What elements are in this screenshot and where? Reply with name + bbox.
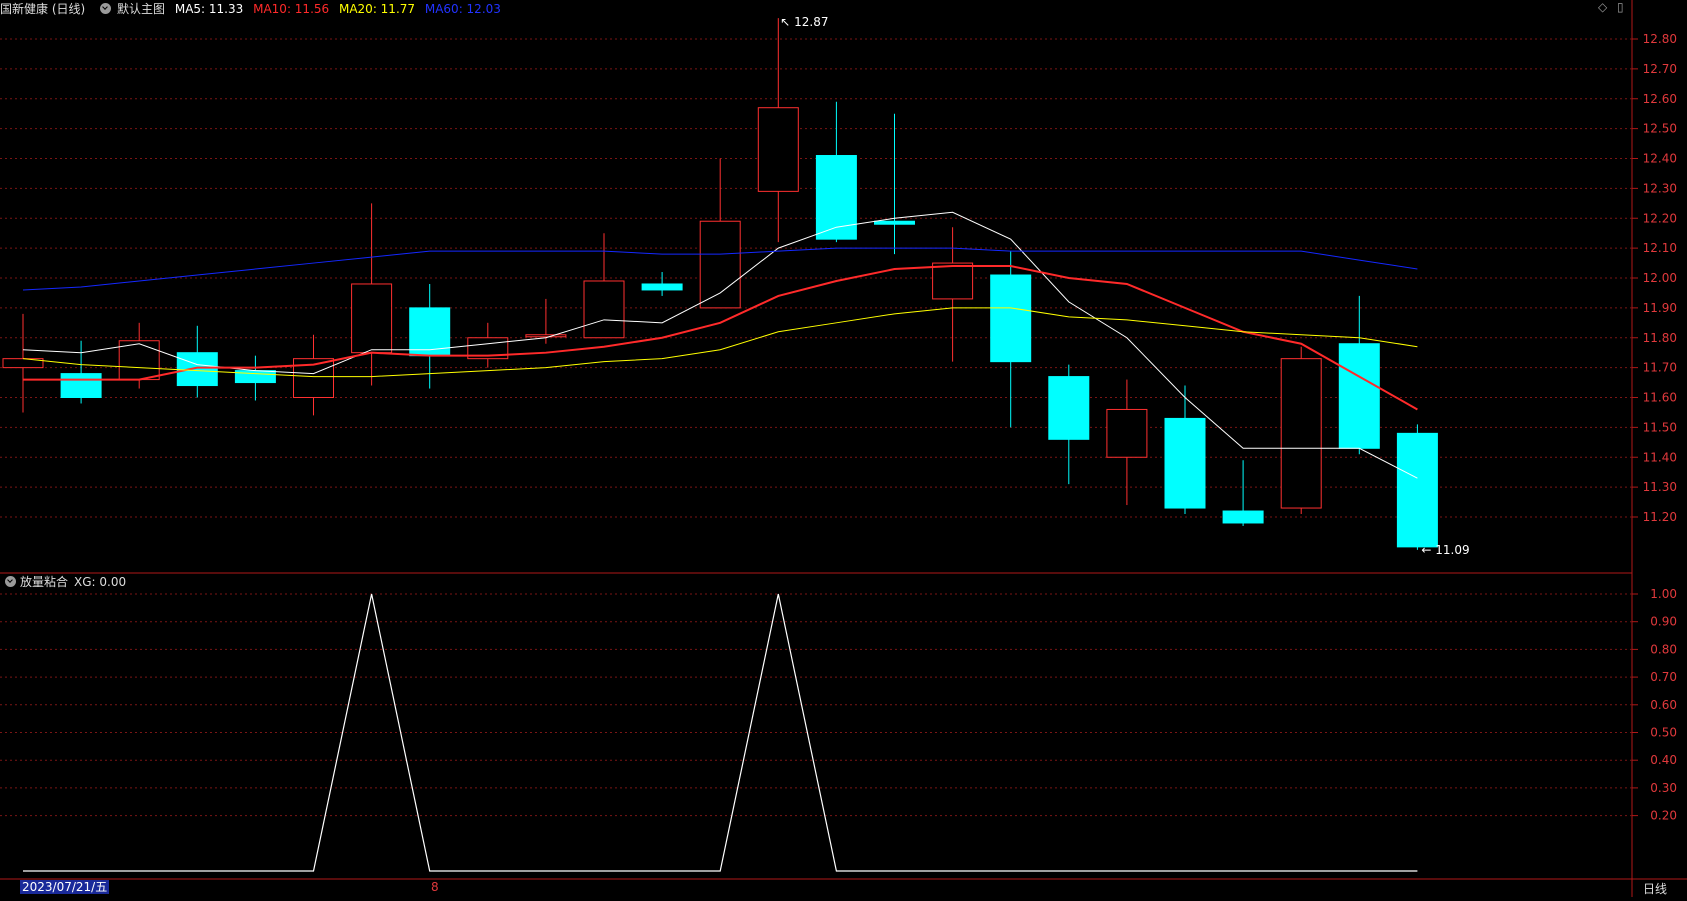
price-tick-label: 12.20: [1643, 211, 1677, 225]
price-tick-label: 12.70: [1643, 62, 1677, 76]
candle-body-up: [351, 283, 393, 354]
indicator-tick-label: 0.50: [1650, 726, 1677, 740]
price-tick-label: 12.30: [1643, 181, 1677, 195]
price-tick-label: 11.60: [1643, 391, 1677, 405]
price-tick-label: 11.70: [1643, 361, 1677, 375]
indicator-value: XG: 0.00: [74, 575, 127, 589]
indicator-tick-label: 0.90: [1650, 615, 1677, 629]
main-chart-label[interactable]: 默认主图: [117, 2, 165, 16]
low-annotation: ← 11.09: [1421, 543, 1469, 557]
price-tick-label: 11.80: [1643, 331, 1677, 345]
candle-body-up: [118, 340, 160, 381]
indicator-tick-label: 0.60: [1650, 698, 1677, 712]
price-tick-label: 11.90: [1643, 301, 1677, 315]
date-label: 2023/07/21/五: [20, 880, 110, 894]
price-tick-label: 12.60: [1643, 92, 1677, 106]
high-annotation: ↖ 12.87: [780, 15, 828, 29]
candle-body-down: [1396, 432, 1438, 548]
candle-body-down: [874, 220, 915, 225]
candle-body-down: [990, 274, 1032, 363]
main-chart-toggle-icon[interactable]: [100, 3, 112, 14]
ma20-label: MA20: 11.77: [338, 2, 416, 16]
candle-body-down: [1222, 510, 1264, 524]
indicator-tick-label: 0.70: [1650, 670, 1677, 684]
indicator-tick-label: 0.20: [1650, 809, 1677, 823]
price-tick-label: 11.20: [1643, 510, 1677, 524]
candle-body-up: [1106, 408, 1148, 458]
indicator-tick-label: 0.80: [1650, 642, 1677, 656]
price-tick-label: 12.00: [1643, 271, 1677, 285]
candle-body-down: [1048, 376, 1090, 440]
indicator-tick-label: 1.00: [1650, 587, 1677, 601]
price-tick-label: 11.50: [1643, 420, 1677, 434]
candle-body-down: [176, 352, 218, 387]
stock-title[interactable]: 国新健康 (日线): [0, 2, 85, 16]
indicator-tick-label: 0.40: [1650, 753, 1677, 767]
indicator-tick-label: 0.30: [1650, 781, 1677, 795]
ma60-label: MA60: 12.03: [424, 2, 501, 16]
price-tick-label: 12.40: [1643, 152, 1677, 166]
candle-body-down: [60, 373, 102, 399]
price-tick-label: 11.30: [1643, 480, 1677, 494]
indicator-label[interactable]: 放量粘合: [20, 575, 68, 589]
candle-body-up: [699, 220, 741, 309]
candle-body-up: [932, 262, 974, 300]
price-tick-label: 12.80: [1643, 32, 1677, 46]
candle-body-up: [583, 280, 625, 339]
period-label[interactable]: 日线: [1643, 880, 1667, 897]
footer-marker: 8: [431, 880, 439, 894]
chart-root: 11.20 11.30 11.40 11.50 11.60 11.70 11.80 11.90…: [0, 0, 1687, 897]
candle-body-down: [815, 155, 857, 240]
chart-svg: 11.20 11.30 11.40 11.50 11.60 11.70 11.80 11.90…: [0, 0, 1687, 897]
diamond-icon[interactable]: ◇: [1598, 0, 1607, 14]
price-tick-label: 12.50: [1643, 122, 1677, 136]
candle-body-up: [757, 107, 799, 192]
candle-body-down: [641, 283, 683, 291]
restore-icon[interactable]: ▯: [1617, 0, 1624, 14]
price-tick-label: 12.10: [1643, 241, 1677, 255]
price-tick-label: 11.40: [1643, 450, 1677, 464]
chart-header: 国新健康 (日线) 默认主图 MA5: 11.33 MA10: 11.56 MA…: [0, 0, 507, 16]
candle-body-up: [1280, 358, 1322, 509]
candle-body-up: [525, 334, 567, 338]
candle-body-down: [1338, 343, 1380, 449]
ma5-label: MA5: 11.33: [174, 2, 244, 16]
indicator-toggle-icon[interactable]: [5, 576, 16, 587]
indicator-header: 放量粘合 XG: 0.00: [0, 573, 126, 589]
candle-body-down: [1164, 417, 1206, 509]
ma10-label: MA10: 11.56: [253, 2, 330, 16]
